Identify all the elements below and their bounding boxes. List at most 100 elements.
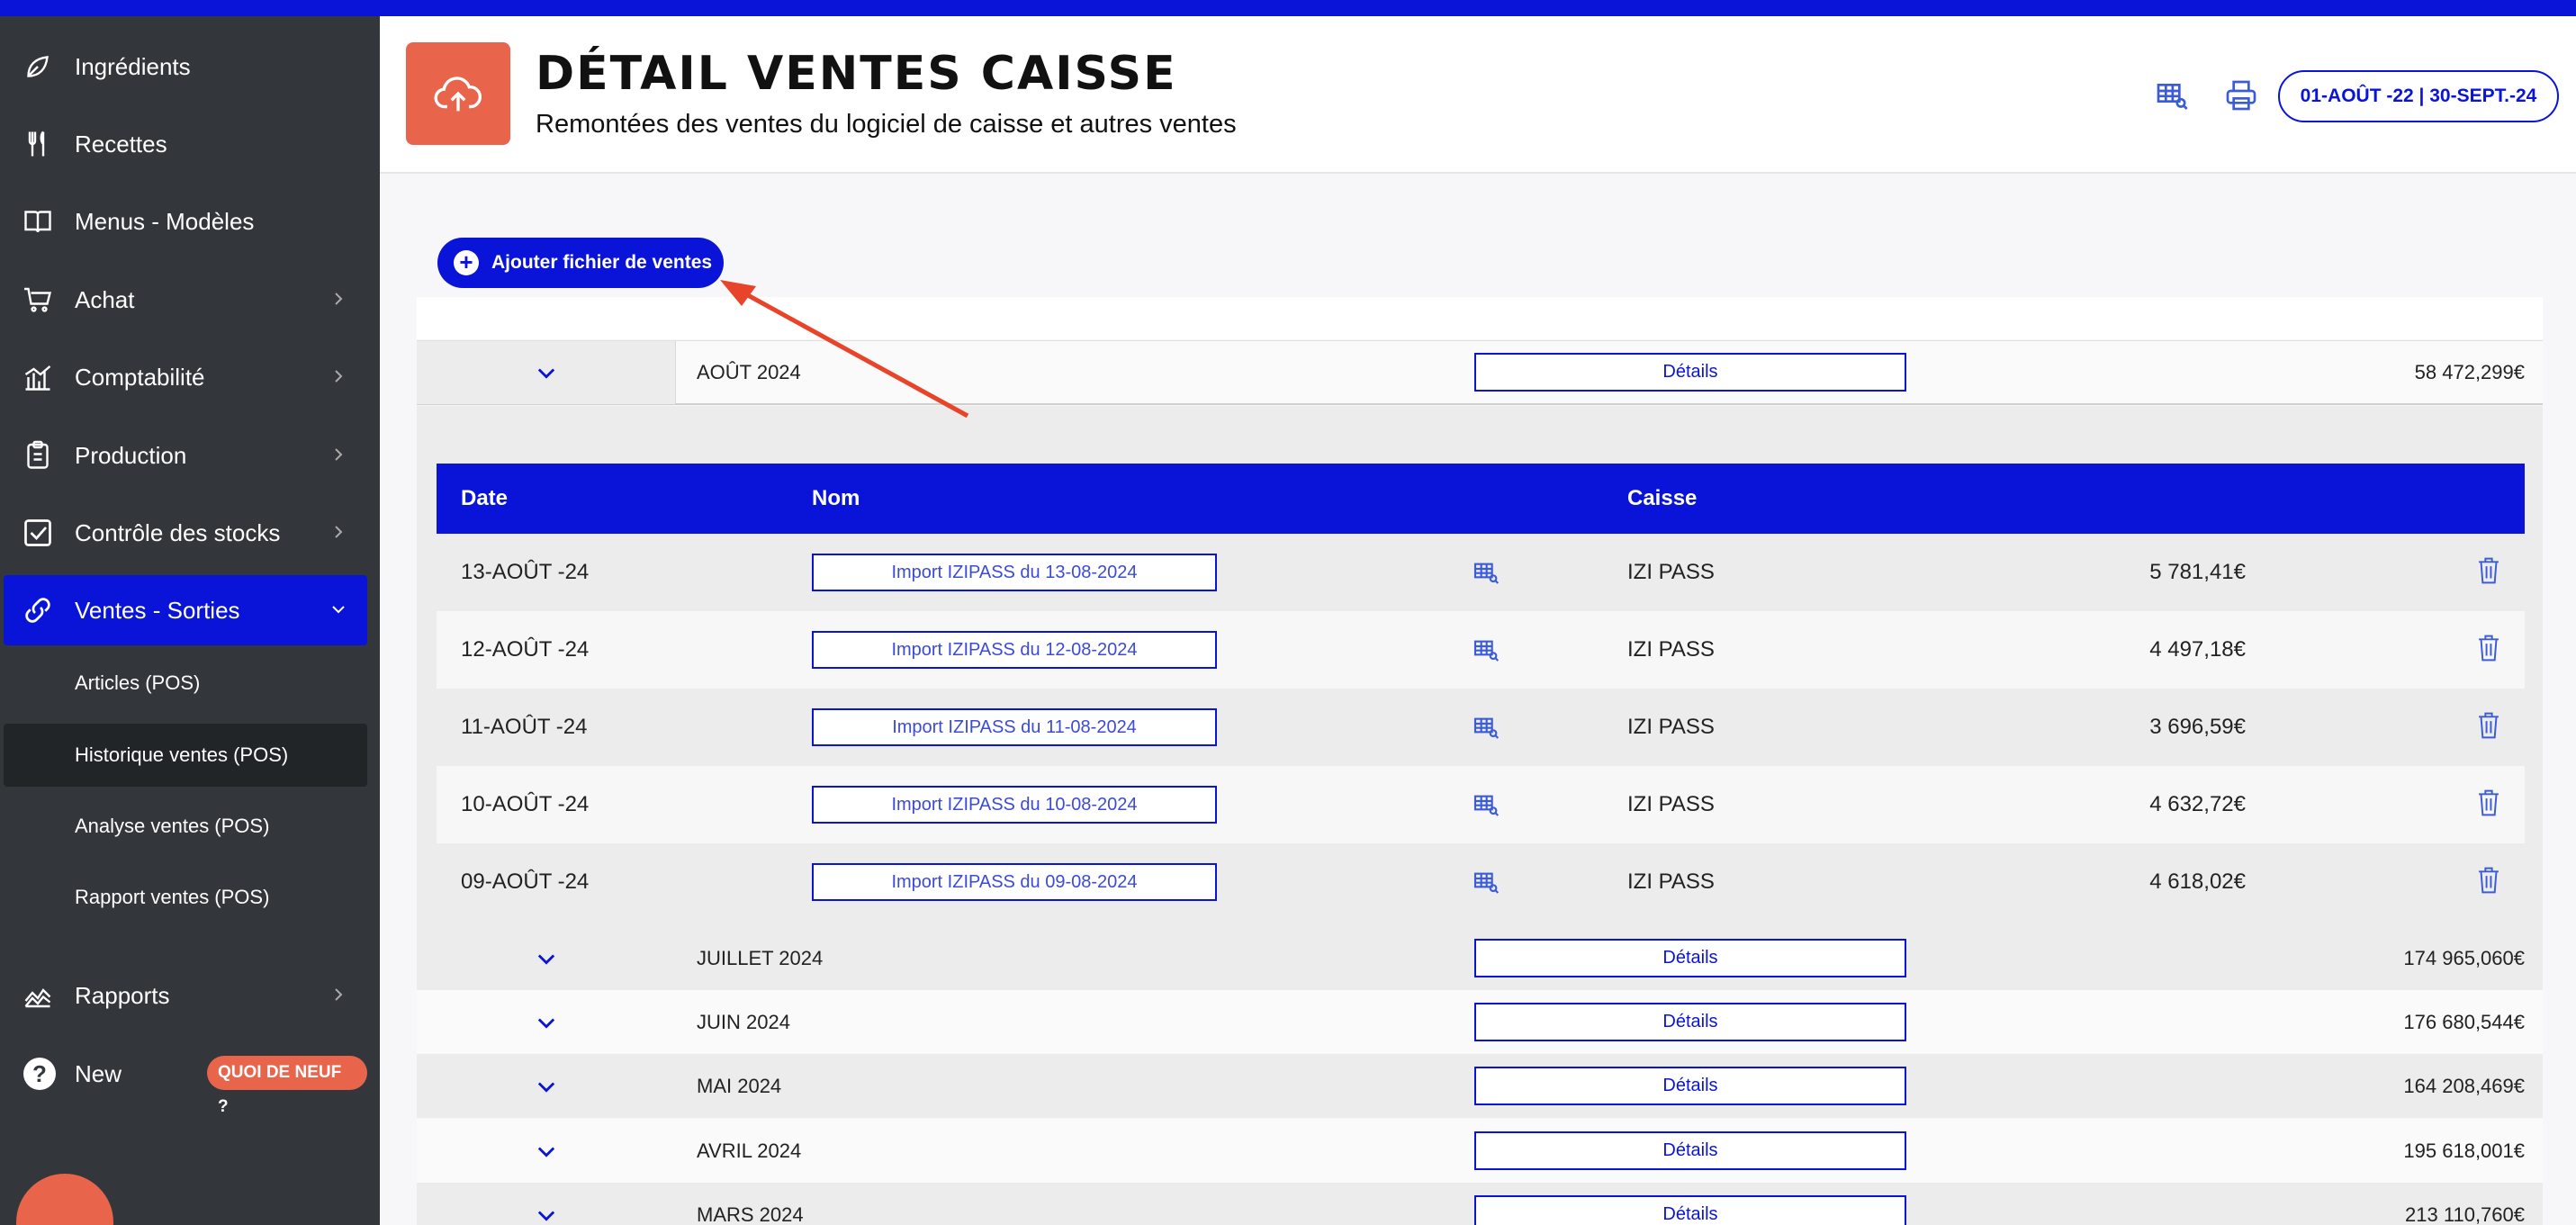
row-amount: 4 497,18€ — [2149, 637, 2246, 662]
month-row: MARS 2024 Détails 213 110,760€ — [417, 1183, 2543, 1225]
row-caisse: IZI PASS — [1627, 792, 1715, 816]
row-caisse: IZI PASS — [1627, 637, 1715, 662]
help-icon: ? — [23, 1058, 56, 1090]
add-sales-file-button[interactable]: + Ajouter fichier de ventes — [437, 238, 724, 288]
date-range-selector[interactable]: 01-AOÛT -22 | 30-SEPT.-24 — [2278, 70, 2559, 122]
table-top-spacer — [417, 297, 2543, 339]
row-caisse: IZI PASS — [1627, 560, 1715, 584]
month-label: JUIN 2024 — [697, 1011, 790, 1033]
utensils-icon — [22, 128, 54, 160]
sidebar-item-label: Comptabilité — [75, 364, 205, 391]
chevron-down-icon — [332, 606, 345, 614]
table-search-icon[interactable] — [1472, 868, 1500, 896]
import-file-button[interactable]: Import IZIPASS du 11-08-2024 — [812, 708, 1217, 746]
top-accent-bar — [0, 0, 2576, 16]
page-header: DÉTAIL VENTES CAISSE Remontées des vente… — [380, 16, 2576, 174]
chevron-right-icon — [335, 988, 343, 1001]
month-details-button[interactable]: Détails — [1474, 1003, 1906, 1041]
chevron-down-icon[interactable] — [534, 1139, 559, 1164]
import-file-button[interactable]: Import IZIPASS du 12-08-2024 — [812, 631, 1217, 669]
month-total: 195 618,001€ — [2403, 1139, 2525, 1162]
sidebar-item-label: Ventes - Sorties — [75, 597, 240, 624]
plus-circle-icon: + — [454, 250, 479, 275]
trash-icon[interactable] — [2475, 788, 2502, 818]
import-file-button[interactable]: Import IZIPASS du 10-08-2024 — [812, 786, 1217, 824]
sidebar-subitem-historique-ventes[interactable]: Historique ventes (POS) — [4, 724, 367, 787]
sidebar-item-menus[interactable]: Menus - Modèles — [4, 186, 367, 257]
row-date: 11-AOÛT -24 — [461, 715, 588, 739]
sidebar-item-label: Menus - Modèles — [75, 208, 255, 235]
sidebar-item-rapports[interactable]: Rapports — [4, 960, 367, 1031]
sidebar-item-achat[interactable]: Achat — [4, 265, 367, 335]
chevron-down-icon[interactable] — [534, 1010, 559, 1035]
month-total: 164 208,469€ — [2403, 1075, 2525, 1097]
table-row: 11-AOÛT -24 Import IZIPASS du 11-08-2024… — [437, 689, 2525, 766]
table-row: 09-AOÛT -24 Import IZIPASS du 09-08-2024… — [437, 843, 2525, 921]
sidebar-item-comptabilite[interactable]: Comptabilité — [4, 342, 367, 412]
sidebar-item-label: Rapports — [75, 982, 170, 1009]
print-icon[interactable] — [2223, 77, 2259, 113]
book-icon — [22, 205, 54, 238]
import-file-button[interactable]: Import IZIPASS du 13-08-2024 — [812, 554, 1217, 591]
sidebar-item-controle-stocks[interactable]: Contrôle des stocks — [4, 498, 367, 568]
row-amount: 4 618,02€ — [2149, 869, 2246, 894]
sidebar-item-ingredients[interactable]: Ingrédients — [4, 32, 367, 102]
sidebar-subitem-rapport-ventes[interactable]: Rapport ventes (POS) — [4, 866, 367, 929]
trash-icon[interactable] — [2475, 555, 2502, 586]
column-header-date: Date — [461, 486, 509, 510]
chevron-down-icon[interactable] — [534, 360, 559, 385]
table-search-icon[interactable] — [2154, 77, 2190, 113]
sidebar-item-ventes-sorties[interactable]: Ventes - Sorties — [4, 575, 367, 645]
column-header-caisse: Caisse — [1627, 486, 1698, 510]
month-details-button[interactable]: Détails — [1474, 353, 1906, 392]
month-label: JUILLET 2024 — [697, 947, 824, 969]
sidebar-item-recettes[interactable]: Recettes — [4, 109, 367, 179]
row-date: 09-AOÛT -24 — [461, 869, 590, 894]
month-details-button[interactable]: Détails — [1474, 1067, 1906, 1105]
sidebar-subitem-articles-pos[interactable]: Articles (POS) — [4, 652, 367, 715]
sidebar-item-production[interactable]: Production — [4, 420, 367, 491]
sidebar-item-new[interactable]: ? New QUOI DE NEUF ? — [4, 1039, 367, 1116]
table-search-icon[interactable] — [1472, 635, 1500, 664]
sidebar-item-label: Recettes — [75, 131, 167, 158]
table-row: 12-AOÛT -24 Import IZIPASS du 12-08-2024… — [437, 611, 2525, 689]
row-caisse: IZI PASS — [1627, 869, 1715, 894]
row-amount: 3 696,59€ — [2149, 715, 2246, 739]
trash-icon[interactable] — [2475, 633, 2502, 663]
row-date: 12-AOÛT -24 — [461, 637, 590, 662]
column-header-nom: Nom — [812, 486, 860, 510]
trash-icon[interactable] — [2475, 865, 2502, 896]
table-search-icon[interactable] — [1472, 790, 1500, 819]
month-details-button[interactable]: Détails — [1474, 939, 1906, 977]
month-row: JUIN 2024 Détails 176 680,544€ — [417, 990, 2543, 1054]
trash-icon[interactable] — [2475, 710, 2502, 741]
table-search-icon[interactable] — [1472, 558, 1500, 587]
sidebar-item-label: Production — [75, 442, 187, 469]
chevron-right-icon — [335, 448, 343, 461]
month-label: MAI 2024 — [697, 1075, 782, 1097]
month-row-expanded: AOÛT 2024 Détails 58 472,299€ — [417, 340, 2543, 405]
row-amount: 5 781,41€ — [2149, 560, 2246, 584]
import-file-button[interactable]: Import IZIPASS du 09-08-2024 — [812, 863, 1217, 901]
month-total: 174 965,060€ — [2403, 947, 2525, 969]
sidebar-subitem-analyse-ventes[interactable]: Analyse ventes (POS) — [4, 795, 367, 858]
chat-launcher-button[interactable] — [16, 1174, 113, 1225]
month-toggle-cell[interactable] — [417, 341, 676, 404]
sidebar: Ingrédients Recettes Menus - Modèles Ach… — [0, 16, 380, 1225]
sidebar-item-label: Contrôle des stocks — [75, 519, 281, 546]
chevron-down-icon[interactable] — [534, 946, 559, 971]
chevron-down-icon[interactable] — [534, 1202, 559, 1225]
whats-new-badge[interactable]: QUOI DE NEUF ? — [207, 1056, 367, 1116]
chart-bar-icon — [22, 361, 54, 393]
page-subtitle: Remontées des ventes du logiciel de cais… — [536, 110, 1237, 139]
month-label: MARS 2024 — [697, 1203, 804, 1225]
sidebar-item-label: New — [75, 1060, 122, 1087]
leaf-icon — [22, 50, 54, 83]
month-details-button[interactable]: Détails — [1474, 1131, 1906, 1170]
month-total: 176 680,544€ — [2403, 1011, 2525, 1033]
month-row: AVRIL 2024 Détails 195 618,001€ — [417, 1119, 2543, 1183]
table-search-icon[interactable] — [1472, 713, 1500, 742]
month-details-button[interactable]: Détails — [1474, 1195, 1906, 1225]
month-label: AVRIL 2024 — [697, 1139, 802, 1162]
chevron-down-icon[interactable] — [534, 1074, 559, 1099]
